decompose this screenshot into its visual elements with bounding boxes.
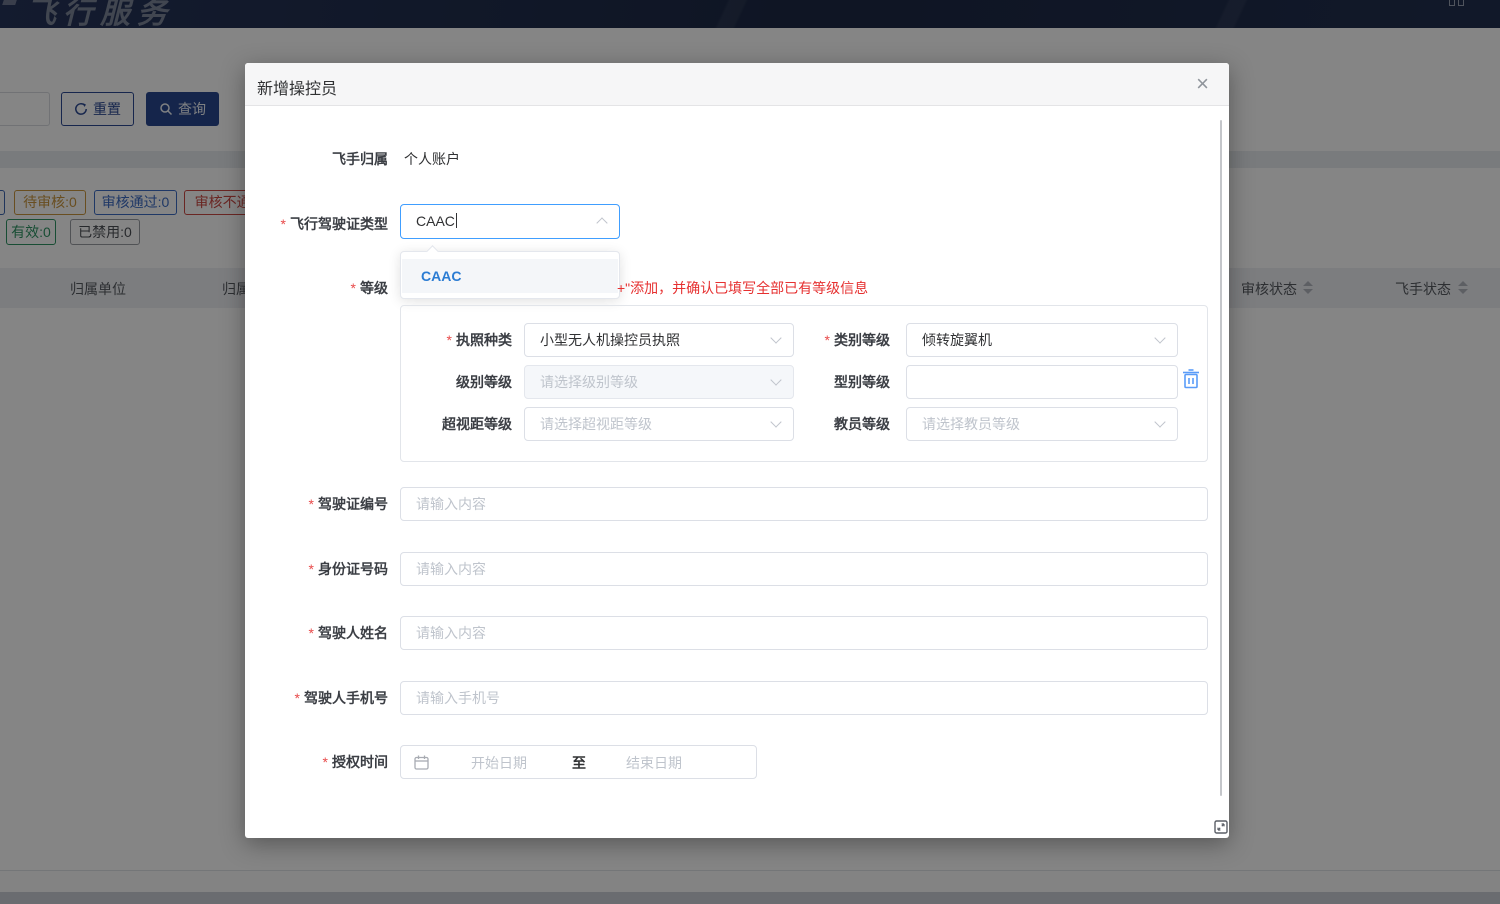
start-date-input[interactable]: 开始日期 bbox=[471, 753, 527, 773]
id-no-input[interactable] bbox=[400, 552, 1208, 586]
instructor-grade-select[interactable]: 请选择教员等级 bbox=[906, 407, 1178, 441]
owner-value: 个人账户 bbox=[404, 149, 460, 169]
text-cursor bbox=[456, 213, 457, 228]
calendar-icon bbox=[414, 755, 429, 770]
add-operator-dialog: 新增操控员 × 飞手归属 个人账户 飞行驾驶证类型 CAAC CAAC 等级 +… bbox=[245, 63, 1229, 838]
expand-icon[interactable] bbox=[1214, 820, 1228, 834]
bvlos-grade-select[interactable]: 请选择超视距等级 bbox=[524, 407, 794, 441]
license-kind-label: 执照种类 bbox=[401, 330, 512, 350]
category-grade-select[interactable]: 倾转旋翼机 bbox=[906, 323, 1178, 357]
license-type-value: CAAC bbox=[416, 213, 455, 229]
grade-label: 等级 bbox=[245, 278, 388, 298]
dropdown-option-caac[interactable]: CAAC bbox=[402, 259, 618, 293]
grade-group-box: 执照种类 小型无人机操控员执照 类别等级 倾转旋翼机 级别等级 请选择级别等级 … bbox=[400, 305, 1208, 462]
auth-time-range-picker[interactable]: 开始日期 至 结束日期 bbox=[400, 745, 757, 779]
category-grade-label: 类别等级 bbox=[781, 330, 890, 350]
license-kind-select[interactable]: 小型无人机操控员执照 bbox=[524, 323, 794, 357]
pilot-name-input[interactable] bbox=[400, 616, 1208, 650]
bvlos-grade-label: 超视距等级 bbox=[401, 414, 512, 434]
end-date-input[interactable]: 结束日期 bbox=[626, 753, 682, 773]
trash-icon[interactable] bbox=[1181, 368, 1201, 390]
pilot-phone-label: 驾驶人手机号 bbox=[245, 688, 388, 708]
license-type-select[interactable]: CAAC bbox=[400, 204, 620, 239]
license-no-input[interactable] bbox=[400, 487, 1208, 521]
auth-time-label: 授权时间 bbox=[245, 752, 388, 772]
grade-warning-text: +"添加，并确认已填写全部已有等级信息 bbox=[617, 278, 868, 298]
level-grade-label: 级别等级 bbox=[401, 372, 512, 392]
dialog-title: 新增操控员 bbox=[257, 75, 337, 99]
id-no-label: 身份证号码 bbox=[245, 559, 388, 579]
modal-scrollbar[interactable] bbox=[1220, 120, 1222, 796]
instructor-grade-label: 教员等级 bbox=[781, 414, 890, 434]
license-type-label: 飞行驾驶证类型 bbox=[245, 214, 388, 234]
model-grade-label: 型别等级 bbox=[781, 372, 890, 392]
license-no-label: 驾驶证编号 bbox=[245, 494, 388, 514]
license-type-dropdown: CAAC bbox=[400, 251, 620, 299]
level-grade-select[interactable]: 请选择级别等级 bbox=[524, 365, 794, 399]
close-icon[interactable]: × bbox=[1196, 71, 1209, 97]
owner-label: 飞手归属 bbox=[245, 149, 388, 169]
pilot-phone-input[interactable] bbox=[400, 681, 1208, 715]
pilot-name-label: 驾驶人姓名 bbox=[245, 623, 388, 643]
model-grade-input[interactable] bbox=[906, 365, 1178, 399]
date-range-separator: 至 bbox=[572, 753, 586, 773]
dialog-header: 新增操控员 × bbox=[245, 63, 1229, 106]
